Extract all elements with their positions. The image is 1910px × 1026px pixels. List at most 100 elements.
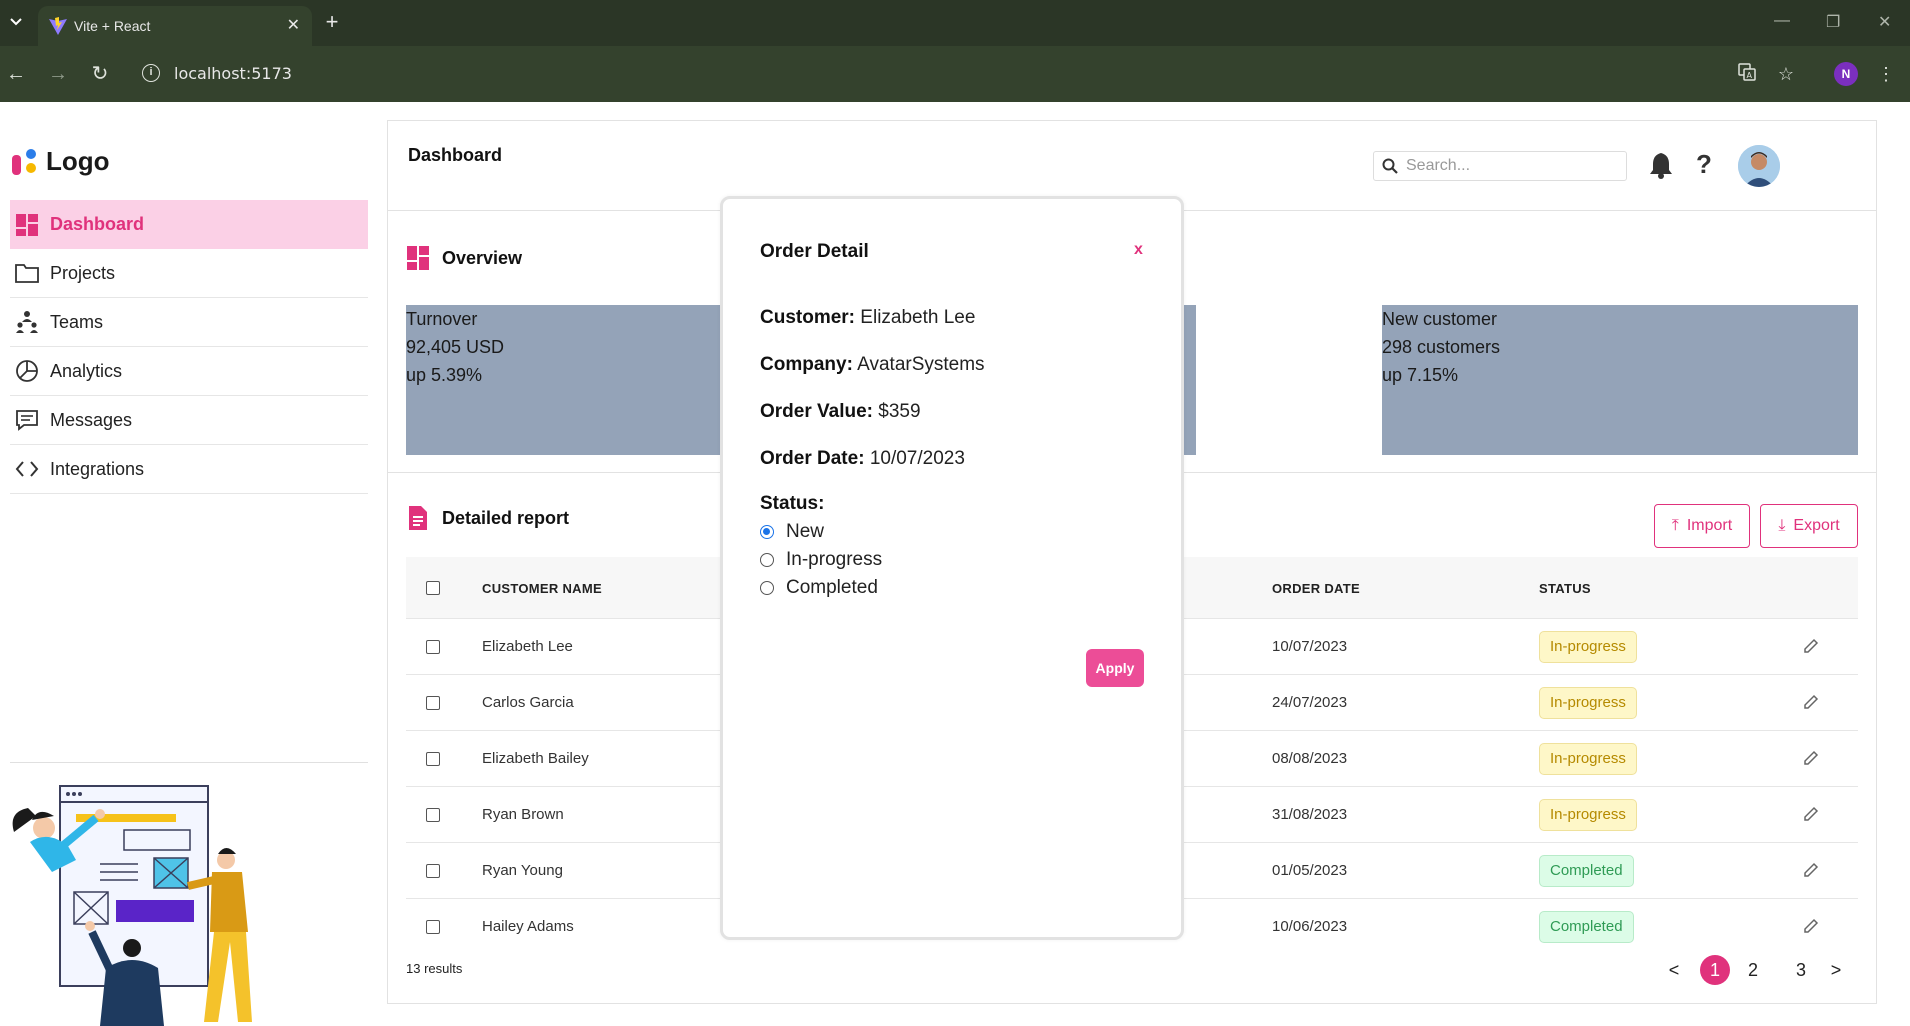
team-collaboration-illustration xyxy=(12,785,252,1026)
column-header-customer[interactable]: CUSTOMER NAME xyxy=(482,581,602,596)
sidebar-item-integrations[interactable]: Integrations xyxy=(10,445,368,494)
sidebar-item-label: Analytics xyxy=(50,360,123,381)
sidebar-item-messages[interactable]: Messages xyxy=(10,396,368,445)
search-input[interactable] xyxy=(1406,157,1616,175)
status-option-completed[interactable]: Completed xyxy=(760,577,878,599)
upload-icon: ⤒ xyxy=(1671,517,1679,534)
sidebar-item-projects[interactable]: Projects xyxy=(10,249,368,298)
back-icon[interactable]: ← xyxy=(4,62,28,86)
import-button[interactable]: ⤒ Import xyxy=(1654,504,1750,548)
help-icon[interactable]: ? xyxy=(1696,149,1712,180)
pagination-page-1[interactable]: 1 xyxy=(1700,955,1730,985)
modal-title: Order Detail xyxy=(760,241,869,262)
sidebar-item-dashboard[interactable]: Dashboard xyxy=(10,200,368,249)
results-count: 13 results xyxy=(406,961,463,976)
row-checkbox[interactable] xyxy=(426,640,440,654)
order-date-field: Order Date: 10/07/2023 xyxy=(760,448,965,470)
sidebar-item-label: Integrations xyxy=(50,458,145,479)
column-header-status[interactable]: STATUS xyxy=(1539,581,1591,596)
notification-bell-icon[interactable] xyxy=(1648,151,1674,179)
field-value: AvatarSystems xyxy=(857,354,985,375)
browser-tab[interactable]: Vite + React ✕ xyxy=(38,6,312,46)
row-checkbox[interactable] xyxy=(426,920,440,934)
pagination-next[interactable]: > xyxy=(1826,955,1846,985)
report-title: Detailed report xyxy=(442,507,570,528)
radio-button[interactable] xyxy=(760,581,774,595)
window-close-icon[interactable]: ✕ xyxy=(1878,12,1891,32)
tab-search-icon[interactable] xyxy=(4,10,28,34)
order-date: 01/05/2023 xyxy=(1272,862,1348,879)
minimize-icon[interactable]: — xyxy=(1774,12,1790,30)
radio-button[interactable] xyxy=(760,525,774,539)
sidebar: Logo Dashboard Projects Teams Analytics xyxy=(0,102,380,1026)
edit-icon[interactable] xyxy=(1802,749,1820,767)
folder-icon xyxy=(14,260,40,286)
new-tab-button[interactable]: + xyxy=(320,10,344,34)
edit-icon[interactable] xyxy=(1802,917,1820,935)
pie-chart-icon xyxy=(14,358,40,384)
card-value: 298 customers xyxy=(1382,337,1501,357)
column-header-order-date[interactable]: ORDER DATE xyxy=(1272,581,1360,596)
forward-icon[interactable]: → xyxy=(46,62,70,86)
bookmark-star-icon[interactable]: ☆ xyxy=(1774,62,1798,86)
profile-avatar[interactable]: N xyxy=(1834,62,1858,86)
row-checkbox[interactable] xyxy=(426,808,440,822)
order-date: 10/06/2023 xyxy=(1272,918,1348,935)
select-all-checkbox[interactable] xyxy=(426,581,440,595)
customer-name: Carlos Garcia xyxy=(482,694,574,711)
pagination-page-2[interactable]: 2 xyxy=(1738,955,1768,985)
status-option-in-progress[interactable]: In-progress xyxy=(760,549,882,571)
sidebar-item-label: Dashboard xyxy=(50,214,145,234)
sidebar-item-label: Teams xyxy=(50,311,104,332)
modal-close-button[interactable]: x xyxy=(1134,241,1143,259)
vite-icon xyxy=(49,17,67,35)
edit-icon[interactable] xyxy=(1802,861,1820,879)
more-menu-icon[interactable]: ⋮ xyxy=(1874,62,1898,86)
download-icon: ⤓ xyxy=(1778,517,1786,534)
translate-icon[interactable]: A xyxy=(1735,62,1759,88)
overview-heading: Overview xyxy=(406,245,522,271)
site-info-icon[interactable]: i xyxy=(142,64,160,82)
code-icon xyxy=(14,456,40,482)
customer-name: Elizabeth Lee xyxy=(482,638,573,655)
sidebar-item-teams[interactable]: Teams xyxy=(10,298,368,347)
reload-icon[interactable]: ↻ xyxy=(88,62,112,86)
message-icon xyxy=(14,407,40,433)
edit-icon[interactable] xyxy=(1802,637,1820,655)
document-icon xyxy=(409,506,427,530)
dashboard-icon xyxy=(407,246,429,270)
address-bar: ← → ↻ i localhost:5173 A ☆ N ⋮ xyxy=(0,46,1910,102)
search-box[interactable] xyxy=(1373,151,1627,181)
logo[interactable]: Logo xyxy=(12,146,110,177)
pagination-page-3[interactable]: 3 xyxy=(1786,955,1816,985)
status-option-new[interactable]: New xyxy=(760,521,824,543)
order-date: 08/08/2023 xyxy=(1272,750,1348,767)
import-label: Import xyxy=(1686,517,1733,534)
apply-button[interactable]: Apply xyxy=(1086,649,1144,687)
customer-name: Hailey Adams xyxy=(482,918,574,935)
field-value: 10/07/2023 xyxy=(869,448,965,469)
row-checkbox[interactable] xyxy=(426,696,440,710)
order-date: 24/07/2023 xyxy=(1272,694,1348,711)
sidebar-item-analytics[interactable]: Analytics xyxy=(10,347,368,396)
logo-text: Logo xyxy=(46,146,110,176)
status-badge: In-progress xyxy=(1539,687,1637,719)
edit-icon[interactable] xyxy=(1802,805,1820,823)
row-checkbox[interactable] xyxy=(426,864,440,878)
status-label: Status: xyxy=(760,493,825,514)
stat-card-new-customer: New customer 298 customers up 7.15% xyxy=(1382,305,1858,455)
row-checkbox[interactable] xyxy=(426,752,440,766)
tab-close-icon[interactable]: ✕ xyxy=(287,15,300,35)
team-icon xyxy=(14,309,40,335)
report-heading: Detailed report xyxy=(406,505,569,531)
customer-name: Ryan Young xyxy=(482,862,563,879)
restore-icon[interactable]: ❐ xyxy=(1826,12,1840,32)
pagination-prev[interactable]: < xyxy=(1664,955,1684,985)
export-button[interactable]: ⤓ Export xyxy=(1760,504,1858,548)
radio-button[interactable] xyxy=(760,553,774,567)
user-avatar[interactable] xyxy=(1738,145,1780,187)
overview-title: Overview xyxy=(442,247,523,268)
url-field[interactable]: localhost:5173 xyxy=(174,64,292,83)
sidebar-divider xyxy=(10,762,368,763)
edit-icon[interactable] xyxy=(1802,693,1820,711)
